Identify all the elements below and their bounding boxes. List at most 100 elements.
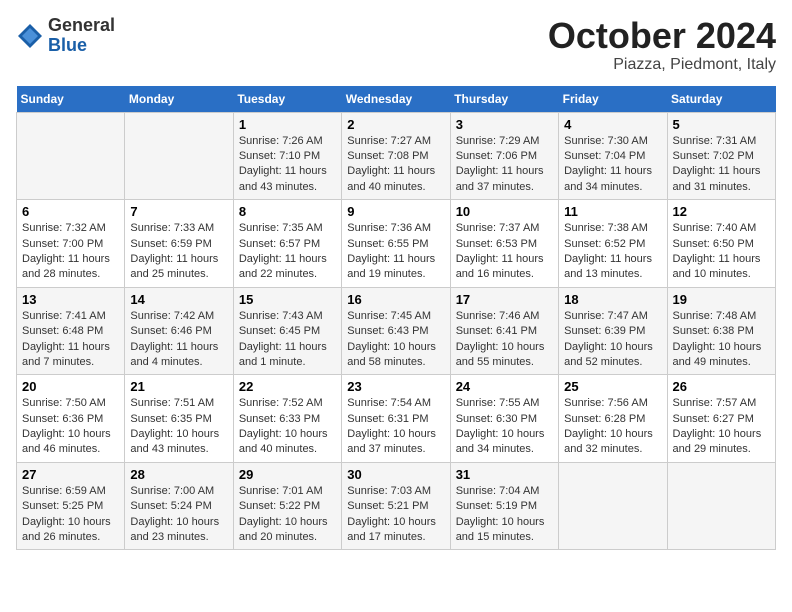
day-number: 28 (130, 467, 227, 482)
calendar-day-cell: 18Sunrise: 7:47 AM Sunset: 6:39 PM Dayli… (559, 287, 667, 375)
calendar-week-row: 20 Sunrise: 7:50 AM Sunset: 6:36 PM Dayli… (17, 375, 776, 463)
title-block: October 2024 Piazza, Piedmont, Italy (548, 16, 776, 74)
location-text: Piazza, Piedmont, Italy (548, 56, 776, 74)
day-info: Sunrise: 7:01 AM Sunset: 5:22 PM Dayligh… (239, 484, 336, 546)
day-number: 2 (347, 117, 444, 132)
calendar-day-cell: 27Sunrise: 6:59 AM Sunset: 5:25 PM Dayli… (17, 462, 125, 550)
day-number: 17 (456, 292, 553, 307)
calendar-day-cell: 16 Sunrise: 7:45 AM Sunset: 6:43 PM Dayli… (342, 287, 450, 375)
day-info: Sunrise: 7:46 AM Sunset: 6:41 PM Dayligh… (456, 309, 553, 371)
calendar-day-cell: 7 Sunrise: 7:33 AM Sunset: 6:59 PM Daylig… (125, 200, 233, 288)
day-number: 14 (130, 292, 227, 307)
day-info: Sunrise: 7:37 AM Sunset: 6:53 PM Dayligh… (456, 221, 553, 283)
calendar-day-cell: 28 Sunrise: 7:00 AM Sunset: 5:24 PM Dayli… (125, 462, 233, 550)
calendar-day-cell: 14 Sunrise: 7:42 AM Sunset: 6:46 PM Dayli… (125, 287, 233, 375)
calendar-day-cell: 2 Sunrise: 7:27 AM Sunset: 7:08 PM Daylig… (342, 112, 450, 200)
day-info: Sunrise: 7:50 AM Sunset: 6:36 PM Dayligh… (22, 396, 119, 458)
calendar-day-cell: 25Sunrise: 7:56 AM Sunset: 6:28 PM Dayli… (559, 375, 667, 463)
day-of-week-header: Friday (559, 86, 667, 113)
day-number: 10 (456, 204, 553, 219)
day-info: Sunrise: 7:45 AM Sunset: 6:43 PM Dayligh… (347, 309, 444, 371)
month-title: October 2024 (548, 16, 776, 56)
calendar-day-cell (667, 462, 775, 550)
day-number: 23 (347, 379, 444, 394)
calendar-day-cell: 31Sunrise: 7:04 AM Sunset: 5:19 PM Dayli… (450, 462, 558, 550)
day-number: 24 (456, 379, 553, 394)
day-info: Sunrise: 7:52 AM Sunset: 6:33 PM Dayligh… (239, 396, 336, 458)
calendar-week-row: 1Sunrise: 7:26 AM Sunset: 7:10 PM Daylig… (17, 112, 776, 200)
day-info: Sunrise: 7:32 AM Sunset: 7:00 PM Dayligh… (22, 221, 119, 283)
day-info: Sunrise: 7:42 AM Sunset: 6:46 PM Dayligh… (130, 309, 227, 371)
day-info: Sunrise: 7:03 AM Sunset: 5:21 PM Dayligh… (347, 484, 444, 546)
calendar-day-cell: 30 Sunrise: 7:03 AM Sunset: 5:21 PM Dayli… (342, 462, 450, 550)
day-number: 9 (347, 204, 444, 219)
day-number: 26 (673, 379, 770, 394)
day-info: Sunrise: 7:00 AM Sunset: 5:24 PM Dayligh… (130, 484, 227, 546)
calendar-day-cell: 20 Sunrise: 7:50 AM Sunset: 6:36 PM Dayli… (17, 375, 125, 463)
day-info: Sunrise: 7:36 AM Sunset: 6:55 PM Dayligh… (347, 221, 444, 283)
day-info: Sunrise: 7:33 AM Sunset: 6:59 PM Dayligh… (130, 221, 227, 283)
day-info: Sunrise: 6:59 AM Sunset: 5:25 PM Dayligh… (22, 484, 119, 546)
day-info: Sunrise: 7:30 AM Sunset: 7:04 PM Dayligh… (564, 134, 661, 196)
day-of-week-header: Wednesday (342, 86, 450, 113)
page-header: General Blue October 2024 Piazza, Piedmo… (16, 16, 776, 74)
day-number: 20 (22, 379, 119, 394)
calendar-header: SundayMondayTuesdayWednesdayThursdayFrid… (17, 86, 776, 113)
calendar-table: SundayMondayTuesdayWednesdayThursdayFrid… (16, 86, 776, 551)
day-info: Sunrise: 7:47 AM Sunset: 6:39 PM Dayligh… (564, 309, 661, 371)
day-info: Sunrise: 7:29 AM Sunset: 7:06 PM Dayligh… (456, 134, 553, 196)
header-row: SundayMondayTuesdayWednesdayThursdayFrid… (17, 86, 776, 113)
calendar-day-cell: 5Sunrise: 7:31 AM Sunset: 7:02 PM Daylig… (667, 112, 775, 200)
logo: General Blue (16, 16, 115, 56)
day-number: 11 (564, 204, 661, 219)
day-of-week-header: Monday (125, 86, 233, 113)
day-number: 6 (22, 204, 119, 219)
day-number: 4 (564, 117, 661, 132)
calendar-day-cell: 6 Sunrise: 7:32 AM Sunset: 7:00 PM Daylig… (17, 200, 125, 288)
day-info: Sunrise: 7:27 AM Sunset: 7:08 PM Dayligh… (347, 134, 444, 196)
day-info: Sunrise: 7:54 AM Sunset: 6:31 PM Dayligh… (347, 396, 444, 458)
logo-icon (16, 22, 44, 50)
calendar-day-cell: 11 Sunrise: 7:38 AM Sunset: 6:52 PM Dayli… (559, 200, 667, 288)
day-number: 19 (673, 292, 770, 307)
calendar-day-cell: 21Sunrise: 7:51 AM Sunset: 6:35 PM Dayli… (125, 375, 233, 463)
calendar-day-cell: 13 Sunrise: 7:41 AM Sunset: 6:48 PM Dayli… (17, 287, 125, 375)
day-info: Sunrise: 7:41 AM Sunset: 6:48 PM Dayligh… (22, 309, 119, 371)
calendar-day-cell: 26Sunrise: 7:57 AM Sunset: 6:27 PM Dayli… (667, 375, 775, 463)
calendar-week-row: 13 Sunrise: 7:41 AM Sunset: 6:48 PM Dayli… (17, 287, 776, 375)
day-info: Sunrise: 7:48 AM Sunset: 6:38 PM Dayligh… (673, 309, 770, 371)
calendar-day-cell: 9 Sunrise: 7:36 AM Sunset: 6:55 PM Daylig… (342, 200, 450, 288)
day-info: Sunrise: 7:43 AM Sunset: 6:45 PM Dayligh… (239, 309, 336, 371)
calendar-week-row: 6 Sunrise: 7:32 AM Sunset: 7:00 PM Daylig… (17, 200, 776, 288)
calendar-week-row: 27Sunrise: 6:59 AM Sunset: 5:25 PM Dayli… (17, 462, 776, 550)
day-number: 15 (239, 292, 336, 307)
calendar-day-cell (559, 462, 667, 550)
calendar-day-cell: 29 Sunrise: 7:01 AM Sunset: 5:22 PM Dayli… (233, 462, 341, 550)
calendar-day-cell: 3Sunrise: 7:29 AM Sunset: 7:06 PM Daylig… (450, 112, 558, 200)
day-info: Sunrise: 7:35 AM Sunset: 6:57 PM Dayligh… (239, 221, 336, 283)
day-number: 22 (239, 379, 336, 394)
calendar-day-cell: 17 Sunrise: 7:46 AM Sunset: 6:41 PM Dayli… (450, 287, 558, 375)
logo-blue-text: Blue (48, 36, 115, 56)
day-number: 7 (130, 204, 227, 219)
day-number: 8 (239, 204, 336, 219)
day-of-week-header: Sunday (17, 86, 125, 113)
day-number: 1 (239, 117, 336, 132)
day-number: 13 (22, 292, 119, 307)
calendar-day-cell: 10 Sunrise: 7:37 AM Sunset: 6:53 PM Dayli… (450, 200, 558, 288)
day-info: Sunrise: 7:38 AM Sunset: 6:52 PM Dayligh… (564, 221, 661, 283)
day-number: 16 (347, 292, 444, 307)
day-of-week-header: Tuesday (233, 86, 341, 113)
day-info: Sunrise: 7:31 AM Sunset: 7:02 PM Dayligh… (673, 134, 770, 196)
day-number: 21 (130, 379, 227, 394)
day-info: Sunrise: 7:40 AM Sunset: 6:50 PM Dayligh… (673, 221, 770, 283)
calendar-day-cell: 19 Sunrise: 7:48 AM Sunset: 6:38 PM Dayli… (667, 287, 775, 375)
calendar-day-cell: 8 Sunrise: 7:35 AM Sunset: 6:57 PM Daylig… (233, 200, 341, 288)
calendar-day-cell: 15 Sunrise: 7:43 AM Sunset: 6:45 PM Dayli… (233, 287, 341, 375)
calendar-day-cell: 12Sunrise: 7:40 AM Sunset: 6:50 PM Dayli… (667, 200, 775, 288)
day-number: 29 (239, 467, 336, 482)
day-number: 30 (347, 467, 444, 482)
day-of-week-header: Saturday (667, 86, 775, 113)
calendar-day-cell (125, 112, 233, 200)
calendar-day-cell (17, 112, 125, 200)
